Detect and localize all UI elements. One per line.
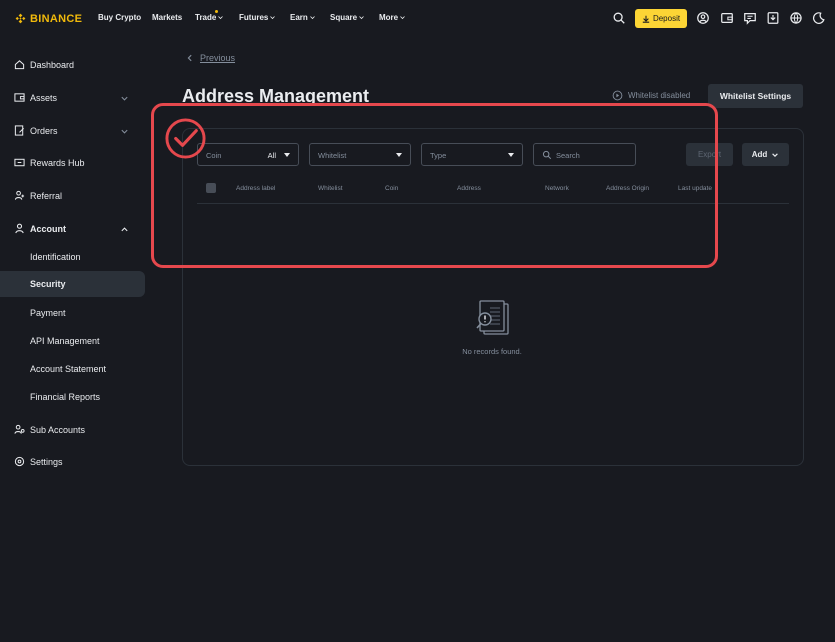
sidebar-item-dashboard[interactable]: Dashboard (0, 52, 145, 78)
wallet-icon[interactable] (720, 11, 734, 25)
brand-name: BINANCE (30, 12, 83, 25)
nav-square-label: Square (330, 13, 358, 22)
sidebar-item-account[interactable]: Account (0, 216, 145, 242)
binance-logo-icon (15, 13, 26, 24)
sidebar-item-label: Orders (30, 126, 58, 136)
referral-icon (14, 190, 25, 200)
nav-earn-label: Earn (290, 13, 308, 22)
sidebar-item-api-management[interactable]: API Management (0, 328, 145, 354)
sidebar-item-label: Security (30, 279, 66, 289)
theme-toggle-icon[interactable] (812, 11, 826, 25)
nav-markets-label: Markets (152, 13, 183, 22)
binance-logo[interactable]: BINANCE (14, 12, 82, 25)
sidebar-item-settings[interactable]: Settings (0, 449, 145, 475)
chevron-down-icon (772, 152, 779, 157)
home-icon (14, 60, 25, 70)
sidebar-item-account-statement[interactable]: Account Statement (0, 356, 145, 382)
sidebar-item-label: Sub Accounts (30, 425, 86, 435)
whitelist-status-icon (612, 90, 623, 101)
wallet-icon (14, 93, 25, 102)
previous-link[interactable]: Previous (186, 53, 235, 63)
sidebar-item-payment[interactable]: Payment (0, 300, 145, 326)
message-icon[interactable] (743, 11, 757, 25)
chevron-down-icon (270, 16, 276, 20)
sidebar-item-rewards-hub[interactable]: Rewards Hub (0, 150, 145, 176)
user-icon[interactable] (696, 11, 710, 25)
add-button-label: Add (751, 150, 768, 159)
nav-futures-label: Futures (239, 13, 269, 22)
orders-icon (14, 125, 24, 136)
chevron-down-icon (121, 96, 128, 101)
no-records-icon (476, 300, 509, 335)
sidebar-item-label: Rewards Hub (30, 158, 85, 168)
sidebar-item-label: Settings (30, 457, 63, 467)
nav-earn[interactable]: Earn (290, 13, 315, 22)
settings-icon (14, 456, 25, 467)
nav-square[interactable]: Square (330, 13, 364, 22)
chevron-down-icon (310, 16, 315, 20)
sidebar-item-sub-accounts[interactable]: Sub Accounts (0, 417, 145, 443)
search-icon[interactable] (612, 11, 626, 25)
nav-trade-label: Trade (195, 13, 217, 22)
sidebar-item-orders[interactable]: Orders (0, 118, 145, 144)
chevron-up-icon (121, 227, 128, 232)
new-indicator-dot (215, 10, 218, 13)
sub-accounts-icon (14, 424, 25, 434)
sidebar-item-label: Dashboard (30, 60, 75, 70)
deposit-button[interactable]: Deposit (635, 9, 687, 28)
sidebar-item-identification[interactable]: Identification (0, 244, 145, 270)
annotation-highlight-box (151, 103, 718, 268)
globe-icon[interactable] (789, 11, 803, 25)
sidebar-item-referral[interactable]: Referral (0, 183, 145, 209)
annotation-check-icon (165, 118, 206, 159)
empty-state-message: No records found. (462, 347, 522, 356)
chevron-left-icon (187, 54, 192, 62)
whitelist-settings-button[interactable]: Whitelist Settings (708, 84, 803, 108)
sidebar-item-label: Assets (30, 93, 58, 103)
deposit-label: Deposit (652, 14, 681, 23)
account-icon (15, 223, 24, 234)
nav-futures[interactable]: Futures (239, 13, 276, 22)
nav-more[interactable]: More (379, 13, 405, 22)
rewards-icon (14, 158, 25, 167)
sidebar-item-label: Referral (30, 191, 63, 201)
previous-link-label: Previous (200, 53, 236, 63)
whitelist-status-label: Whitelist disabled (628, 91, 691, 100)
sidebar-item-financial-reports[interactable]: Financial Reports (0, 384, 145, 410)
sidebar-item-security[interactable]: Security (0, 271, 145, 297)
chevron-down-icon (400, 16, 405, 20)
sidebar-item-label: Financial Reports (30, 392, 101, 402)
whitelist-status: Whitelist disabled (612, 90, 690, 101)
nav-trade[interactable]: Trade (195, 13, 224, 22)
sidebar-item-assets[interactable]: Assets (0, 85, 145, 111)
download-arrow-icon (642, 15, 650, 23)
sidebar-item-label: API Management (30, 336, 100, 346)
nav-markets[interactable]: Markets (152, 13, 182, 22)
sidebar-item-label: Account (30, 224, 66, 234)
sidebar-item-label: Identification (30, 252, 81, 262)
chevron-down-icon (218, 16, 224, 20)
sidebar-item-label: Account Statement (30, 364, 107, 374)
download-icon[interactable] (766, 11, 780, 25)
chevron-down-icon (121, 129, 128, 134)
nav-more-label: More (379, 13, 399, 22)
nav-buy-crypto[interactable]: Buy Crypto (98, 13, 141, 22)
top-navigation-bar: BINANCE Buy Crypto Markets Trade Futures… (0, 0, 835, 38)
add-button[interactable]: Add (742, 143, 789, 166)
chevron-down-icon (359, 16, 364, 20)
sidebar-item-label: Payment (30, 308, 66, 318)
nav-buy-crypto-label: Buy Crypto (98, 13, 142, 22)
